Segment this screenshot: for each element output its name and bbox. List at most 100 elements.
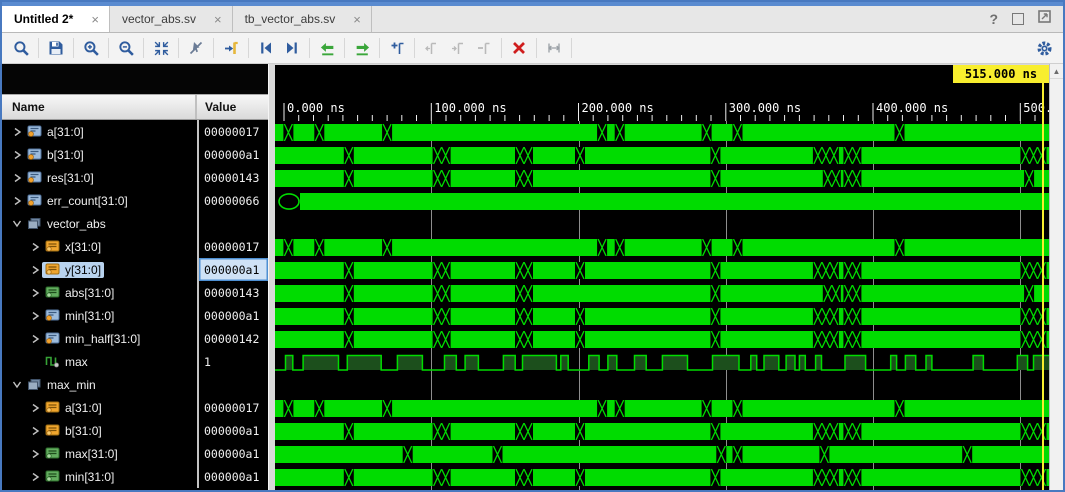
expand-icon[interactable] (28, 403, 42, 413)
tab-tb-vector-abs-sv[interactable]: tb_vector_abs.sv× (233, 6, 372, 32)
vertical-scrollbar[interactable]: ▲ (1049, 64, 1063, 492)
previous-transition-button[interactable] (253, 36, 279, 60)
wave-row[interactable] (275, 282, 1049, 305)
expand-icon[interactable] (28, 426, 42, 436)
collapse-icon[interactable] (10, 380, 24, 389)
signal-row[interactable]: b[31:0]000000a1 (2, 419, 268, 442)
waveform-canvas[interactable]: 0.000 ns100.000 ns200.000 ns300.000 ns40… (275, 64, 1049, 492)
signal-name: max (65, 355, 88, 369)
delete-button[interactable] (506, 36, 532, 60)
signal-value[interactable] (197, 212, 268, 235)
zoom-in-button[interactable] (78, 36, 104, 60)
wave-row[interactable] (275, 397, 1049, 420)
wave-row[interactable] (275, 190, 1049, 213)
wave-row[interactable] (275, 236, 1049, 259)
signal-row[interactable]: min_half[31:0]00000142 (2, 327, 268, 350)
signal-row[interactable]: min[31:0]000000a1 (2, 465, 268, 488)
signal-value[interactable]: 00000017 (197, 235, 268, 258)
zoom-area-button[interactable] (8, 36, 34, 60)
signal-row[interactable]: min[31:0]000000a1 (2, 304, 268, 327)
expand-icon[interactable] (28, 311, 42, 321)
signal-value[interactable]: 00000143 (197, 281, 268, 304)
signal-value[interactable]: 000000a1 (197, 143, 268, 166)
swap-next-button[interactable] (349, 36, 375, 60)
settings-button[interactable] (1031, 36, 1057, 60)
scroll-up-icon[interactable]: ▲ (1050, 64, 1063, 79)
wave-row[interactable] (275, 121, 1049, 144)
tab-close-icon[interactable]: × (89, 12, 101, 27)
help-icon[interactable]: ? (989, 11, 998, 27)
signal-row[interactable]: max_min (2, 373, 268, 396)
collapse-icon[interactable] (10, 219, 24, 228)
wave-row[interactable] (275, 351, 1049, 374)
signal-row[interactable]: err_count[31:0]00000066 (2, 189, 268, 212)
go-to-cursor-button[interactable] (218, 36, 244, 60)
expand-icon[interactable] (28, 242, 42, 252)
previous-marker-button[interactable] (419, 36, 445, 60)
float-window-icon[interactable] (1038, 10, 1051, 28)
next-marker-button[interactable] (445, 36, 471, 60)
signal-row[interactable]: a[31:0]00000017 (2, 396, 268, 419)
expand-icon[interactable] (10, 173, 24, 183)
maximize-icon[interactable] (1012, 13, 1024, 25)
wave-row[interactable] (275, 443, 1049, 466)
signal-row[interactable]: max 1 (2, 350, 268, 373)
tab-bar: Untitled 2*×vector_abs.sv×tb_vector_abs.… (2, 6, 1063, 33)
signal-value[interactable]: 00000143 (197, 166, 268, 189)
expand-icon[interactable] (28, 472, 42, 482)
signal-row[interactable]: max[31:0]000000a1 (2, 442, 268, 465)
signal-value[interactable]: 000000a1 (197, 465, 268, 488)
wave-row[interactable] (275, 420, 1049, 443)
no-drag-button[interactable] (183, 36, 209, 60)
zoom-fit-button[interactable] (148, 36, 174, 60)
signal-value[interactable]: 00000017 (197, 120, 268, 143)
signal-row[interactable]: vector_abs (2, 212, 268, 235)
signal-value[interactable]: 00000066 (197, 189, 268, 212)
remove-marker-button[interactable] (471, 36, 497, 60)
signal-row[interactable]: abs[31:0]00000143 (2, 281, 268, 304)
expand-icon[interactable] (28, 334, 42, 344)
expand-icon[interactable] (28, 265, 42, 275)
wave-row[interactable] (275, 167, 1049, 190)
next-transition-button[interactable] (279, 36, 305, 60)
svg-text:300.000 ns: 300.000 ns (729, 101, 801, 115)
zoom-out-button[interactable] (113, 36, 139, 60)
signal-value[interactable]: 000000a1 (197, 419, 268, 442)
signal-value[interactable]: 1 (197, 350, 268, 373)
signal-row[interactable]: res[31:0]00000143 (2, 166, 268, 189)
signal-value[interactable]: 000000a1 (197, 304, 268, 327)
add-marker-button[interactable] (384, 36, 410, 60)
expand-icon[interactable] (10, 127, 24, 137)
time-cursor-line[interactable] (1042, 82, 1044, 492)
wave-row[interactable] (275, 305, 1049, 328)
swap-previous-button[interactable] (314, 36, 340, 60)
name-column-header[interactable]: Name (2, 95, 197, 119)
wave-row[interactable] (275, 259, 1049, 282)
expand-icon[interactable] (10, 150, 24, 160)
wave-row[interactable] (275, 328, 1049, 351)
fit-interval-button[interactable] (541, 36, 567, 60)
tab-close-icon[interactable]: × (212, 12, 224, 27)
time-ruler[interactable]: 0.000 ns100.000 ns200.000 ns300.000 ns40… (275, 65, 1049, 121)
signal-value[interactable]: 00000017 (197, 396, 268, 419)
signal-row[interactable]: b[31:0]000000a1 (2, 143, 268, 166)
group-signal-icon (27, 217, 42, 230)
signal-row[interactable]: x[31:0]00000017 (2, 235, 268, 258)
signal-row[interactable]: y[31:0]000000a1 (2, 258, 268, 281)
value-column-header[interactable]: Value (197, 95, 268, 119)
panel-splitter[interactable] (268, 64, 275, 492)
save-waveform-button[interactable] (43, 36, 69, 60)
wave-row[interactable] (275, 144, 1049, 167)
signal-value[interactable]: 000000a1 (197, 442, 268, 465)
expand-icon[interactable] (28, 449, 42, 459)
signal-value[interactable]: 00000142 (197, 327, 268, 350)
expand-icon[interactable] (28, 288, 42, 298)
signal-value[interactable]: 000000a1 (197, 258, 268, 281)
signal-value[interactable] (197, 373, 268, 396)
expand-icon[interactable] (10, 196, 24, 206)
tab-close-icon[interactable]: × (351, 12, 363, 27)
signal-row[interactable]: a[31:0]00000017 (2, 120, 268, 143)
tab-vector-abs-sv[interactable]: vector_abs.sv× (110, 6, 233, 32)
wave-row[interactable] (275, 466, 1049, 489)
tab-untitled-2-[interactable]: Untitled 2*× (2, 6, 110, 32)
